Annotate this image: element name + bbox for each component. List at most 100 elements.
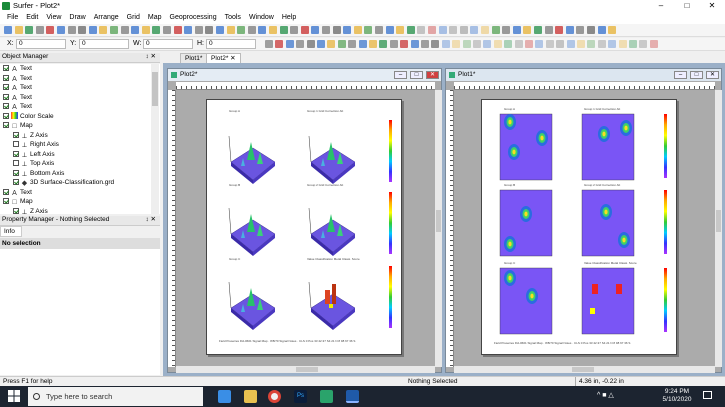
toolbar-tool-icon[interactable] [4, 26, 12, 34]
tree-item[interactable]: A Text [3, 93, 32, 103]
photoshop-icon[interactable]: Ps [294, 390, 307, 403]
toolbar-format-icon[interactable] [317, 40, 325, 48]
y-field[interactable]: 0 [79, 39, 129, 49]
tree-item[interactable]: ⟂ Right Axis [13, 140, 59, 150]
toolbar-tool-icon[interactable] [311, 26, 320, 34]
toolbar-format-icon[interactable] [410, 40, 419, 48]
toolbar-format-icon[interactable] [306, 40, 315, 48]
tree-item[interactable]: ⟂ Z Axis [13, 207, 48, 214]
toolbar-tool-icon[interactable] [279, 26, 288, 34]
toolbar-format-icon[interactable] [296, 40, 305, 48]
tree-item[interactable]: ⟂ Left Axis [13, 150, 55, 160]
toolbar-format-icon[interactable] [265, 40, 273, 48]
tray-icons[interactable]: ^ ■ △ [597, 391, 614, 399]
h-field[interactable]: 0 [206, 39, 256, 49]
visibility-checkbox[interactable] [13, 179, 19, 185]
toolbar-format-icon[interactable] [421, 40, 429, 48]
visibility-checkbox[interactable] [3, 103, 9, 109]
plot2-vscroll[interactable] [435, 90, 442, 367]
visibility-checkbox[interactable] [13, 207, 19, 214]
plot2-window[interactable]: Plot2* – □ ✕ Group A Group 1 Grid Correct… [167, 68, 442, 373]
visibility-checkbox[interactable] [13, 141, 19, 147]
toolbar-tool-icon[interactable] [269, 26, 277, 34]
toolbar-format-icon[interactable] [327, 40, 336, 48]
toolbar-format-icon[interactable] [535, 40, 544, 48]
toolbar-tool-icon[interactable] [512, 26, 521, 34]
toolbar-tool-icon[interactable] [364, 26, 373, 34]
toolbar-tool-icon[interactable] [173, 26, 182, 34]
toolbar-format-icon[interactable] [545, 40, 554, 48]
toolbar-tool-icon[interactable] [428, 26, 436, 34]
tree-item[interactable]: Color Scale [3, 111, 54, 122]
tree-item[interactable]: □ Map [3, 197, 33, 207]
toolbar-format-icon[interactable] [618, 40, 627, 48]
toolbar-tool-icon[interactable] [184, 26, 193, 34]
toolbar-format-icon[interactable] [577, 40, 585, 48]
toolbar-tool-icon[interactable] [576, 26, 585, 34]
toolbar-tool-icon[interactable] [597, 26, 606, 34]
toolbar-format-icon[interactable] [379, 40, 388, 48]
toolbar-tool-icon[interactable] [406, 26, 415, 34]
toolbar-tool-icon[interactable] [322, 26, 330, 34]
tree-scrollbar[interactable] [151, 64, 159, 214]
toolbar-format-icon[interactable] [452, 40, 461, 48]
toolbar-format-icon[interactable] [525, 40, 533, 48]
visibility-checkbox[interactable] [3, 112, 9, 119]
plot1-hscroll[interactable] [454, 366, 715, 373]
toolbar-tool-icon[interactable] [523, 26, 532, 34]
menu-tools[interactable]: Tools [221, 12, 245, 24]
maximize-button[interactable]: □ [674, 0, 700, 12]
toolbar-tool-icon[interactable] [152, 26, 161, 34]
toolbar-format-icon[interactable] [369, 40, 377, 48]
plot2-hscroll[interactable] [176, 366, 435, 373]
toolbar-format-icon[interactable] [504, 40, 513, 48]
toolbar-tool-icon[interactable] [216, 26, 224, 34]
visibility-checkbox[interactable] [3, 84, 9, 90]
tree-item[interactable]: □ Map [3, 121, 33, 131]
toolbar-tool-icon[interactable] [587, 26, 595, 34]
tab-plot1[interactable]: Plot1* [180, 53, 208, 63]
toolbar-format-icon[interactable] [400, 40, 409, 48]
tab-info[interactable]: Info [0, 226, 22, 237]
visibility-checkbox[interactable] [13, 150, 19, 157]
toolbar-tool-icon[interactable] [417, 26, 426, 34]
visibility-checkbox[interactable] [3, 65, 9, 71]
toolbar-tool-icon[interactable] [131, 26, 140, 34]
toolbar-format-icon[interactable] [493, 40, 502, 48]
toolbar-format-icon[interactable] [462, 40, 471, 48]
toolbar-tool-icon[interactable] [438, 26, 447, 34]
toolbar-tool-icon[interactable] [194, 26, 203, 34]
toolbar-tool-icon[interactable] [110, 26, 118, 34]
toolbar-tool-icon[interactable] [353, 26, 362, 34]
toolbar-tool-icon[interactable] [88, 26, 97, 34]
plot1-vscroll[interactable] [715, 90, 722, 367]
toolbar-tool-icon[interactable] [78, 26, 87, 34]
plot2-minimize-button[interactable]: – [394, 71, 407, 79]
toolbar-tool-icon[interactable] [481, 26, 489, 34]
toolbar-tool-icon[interactable] [67, 26, 76, 34]
toolbar-tool-icon[interactable] [163, 26, 171, 34]
toolbar-format-icon[interactable] [629, 40, 637, 48]
visibility-checkbox[interactable] [13, 131, 19, 138]
toolbar-tool-icon[interactable] [534, 26, 542, 34]
toolbar-tool-icon[interactable] [502, 26, 511, 34]
toolbar-format-icon[interactable] [275, 40, 284, 48]
tree-item[interactable]: A Text [3, 188, 32, 198]
tree-item[interactable]: ⟂ Bottom Axis [13, 169, 64, 179]
toolbar-tool-icon[interactable] [14, 26, 23, 34]
chrome-icon[interactable] [268, 390, 281, 403]
x-field[interactable]: 0 [16, 39, 66, 49]
tab-close-icon[interactable]: ✕ [230, 55, 235, 62]
menu-draw[interactable]: Draw [65, 12, 89, 24]
plot1-maximize-button[interactable]: □ [690, 71, 703, 79]
toolbar-tool-icon[interactable] [247, 26, 256, 34]
tab-plot2[interactable]: Plot2* ✕ [206, 53, 241, 63]
toolbar-format-icon[interactable] [483, 40, 492, 48]
toolbar-format-icon[interactable] [587, 40, 596, 48]
toolbar-tool-icon[interactable] [449, 26, 458, 34]
tree-item[interactable]: A Text [3, 64, 32, 74]
toolbar-tool-icon[interactable] [343, 26, 352, 34]
toolbar-tool-icon[interactable] [57, 26, 65, 34]
toolbar-tool-icon[interactable] [99, 26, 108, 34]
toolbar-format-icon[interactable] [597, 40, 606, 48]
